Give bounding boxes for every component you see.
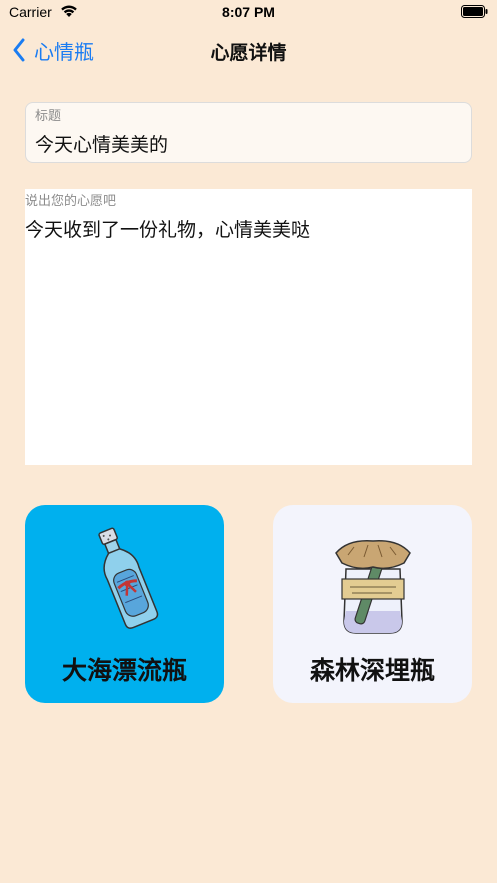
wish-textarea[interactable]: 说出您的心愿吧 今天收到了一份礼物，心情美美哒 xyxy=(25,189,472,465)
sea-drift-bottle-button[interactable]: 大海漂流瓶 xyxy=(25,505,224,703)
wish-textarea-value[interactable]: 今天收到了一份礼物，心情美美哒 xyxy=(25,215,310,242)
title-field[interactable]: 标题 今天心情美美的 xyxy=(25,102,472,163)
navigation-bar: 心情瓶 心愿详情 xyxy=(0,26,497,74)
wish-jar-icon xyxy=(334,540,411,634)
wish-textarea-label: 说出您的心愿吧 xyxy=(25,194,117,209)
title-field-value[interactable]: 今天心情美美的 xyxy=(35,130,168,157)
battery-icon xyxy=(461,5,488,18)
message-bottle-icon xyxy=(97,527,158,629)
page-title: 心愿详情 xyxy=(210,42,287,64)
sea-drift-bottle-label: 大海漂流瓶 xyxy=(61,656,187,685)
forest-buried-jar-label: 森林深埋瓶 xyxy=(309,656,435,685)
status-bar: Carrier 8:07 PM xyxy=(0,0,497,26)
clock: 8:07 PM xyxy=(222,4,275,20)
forest-buried-jar-button[interactable]: 森林深埋瓶 xyxy=(273,505,472,703)
title-field-label: 标题 xyxy=(35,109,62,124)
